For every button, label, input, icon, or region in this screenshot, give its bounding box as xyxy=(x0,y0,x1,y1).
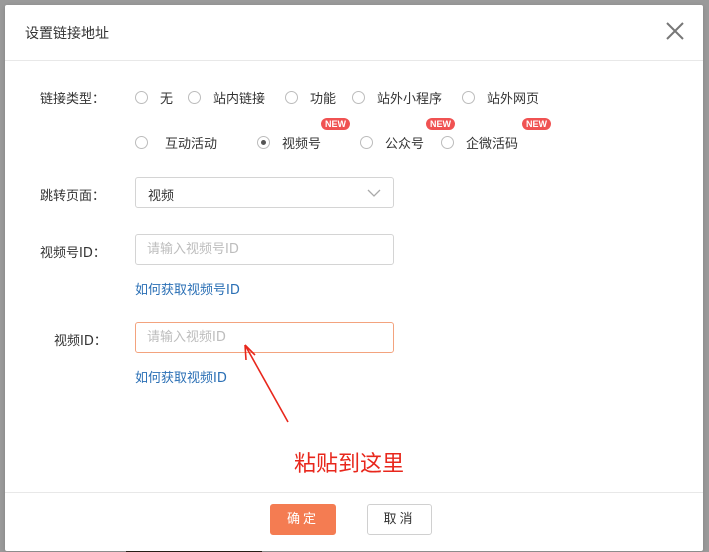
radio-external-miniprogram[interactable]: 站外小程序 xyxy=(352,87,442,107)
cancel-button[interactable]: 取消 xyxy=(367,504,432,535)
radio-interactive-activity[interactable]: 互动活动 xyxy=(135,132,217,152)
radio-wecom-qrcode[interactable]: 企微活码 xyxy=(441,132,518,152)
new-badge: NEW xyxy=(426,118,455,130)
radio-label: 站内链接 xyxy=(213,91,266,107)
radio-label: 公众号 xyxy=(385,136,425,152)
radio-circle-checked xyxy=(257,135,270,149)
radio-label: 无 xyxy=(160,91,174,107)
jump-page-select[interactable]: 视频 xyxy=(135,177,394,208)
radio-external-webpage[interactable]: 站外网页 xyxy=(462,87,539,107)
radio-circle xyxy=(135,135,148,149)
radio-circle xyxy=(352,90,365,104)
radio-label: 视频号 xyxy=(282,136,322,152)
radio-circle xyxy=(441,135,454,149)
video-id-label: 视频ID： xyxy=(54,334,107,349)
channel-id-label: 视频号ID： xyxy=(40,246,106,261)
radio-circle xyxy=(135,90,148,104)
radio-label: 企微活码 xyxy=(466,136,519,152)
paste-here-annotation: 粘贴到这里 xyxy=(294,452,405,477)
link-type-label: 链接类型： xyxy=(40,92,106,107)
video-id-input[interactable] xyxy=(135,322,394,353)
radio-circle xyxy=(360,135,373,149)
new-badge: NEW xyxy=(321,118,350,130)
radio-circle xyxy=(285,90,298,104)
radio-function[interactable]: 功能 xyxy=(285,87,336,107)
channel-id-input[interactable] xyxy=(135,234,394,265)
radio-label: 功能 xyxy=(310,91,337,107)
confirm-button[interactable]: 确定 xyxy=(270,504,336,535)
how-to-get-video-id-link[interactable]: 如何获取视频ID xyxy=(135,367,227,386)
dialog-footer: 确定 取消 xyxy=(5,492,703,552)
close-icon[interactable] xyxy=(663,19,687,43)
radio-channels[interactable]: 视频号 xyxy=(257,132,321,152)
radio-internal-link[interactable]: 站内链接 xyxy=(188,87,265,107)
radio-none[interactable]: 无 xyxy=(135,87,173,107)
radio-label: 站外网页 xyxy=(487,91,540,107)
radio-official-account[interactable]: 公众号 xyxy=(360,132,424,152)
chevron-down-icon xyxy=(367,187,381,202)
dialog-header: 设置链接地址 xyxy=(5,5,703,61)
radio-circle xyxy=(462,90,475,104)
select-value: 视频 xyxy=(148,189,175,204)
how-to-get-channel-id-link[interactable]: 如何获取视频号ID xyxy=(135,279,240,298)
link-settings-dialog: 设置链接地址 链接类型： 无 站内链接 功能 站外小程序 站外网页 互动活动 视… xyxy=(5,5,703,551)
radio-label: 站外小程序 xyxy=(377,91,443,107)
jump-page-label: 跳转页面： xyxy=(40,189,106,204)
dialog-title: 设置链接地址 xyxy=(25,26,109,42)
radio-label: 互动活动 xyxy=(165,136,218,152)
new-badge: NEW xyxy=(522,118,551,130)
radio-circle xyxy=(188,90,201,104)
